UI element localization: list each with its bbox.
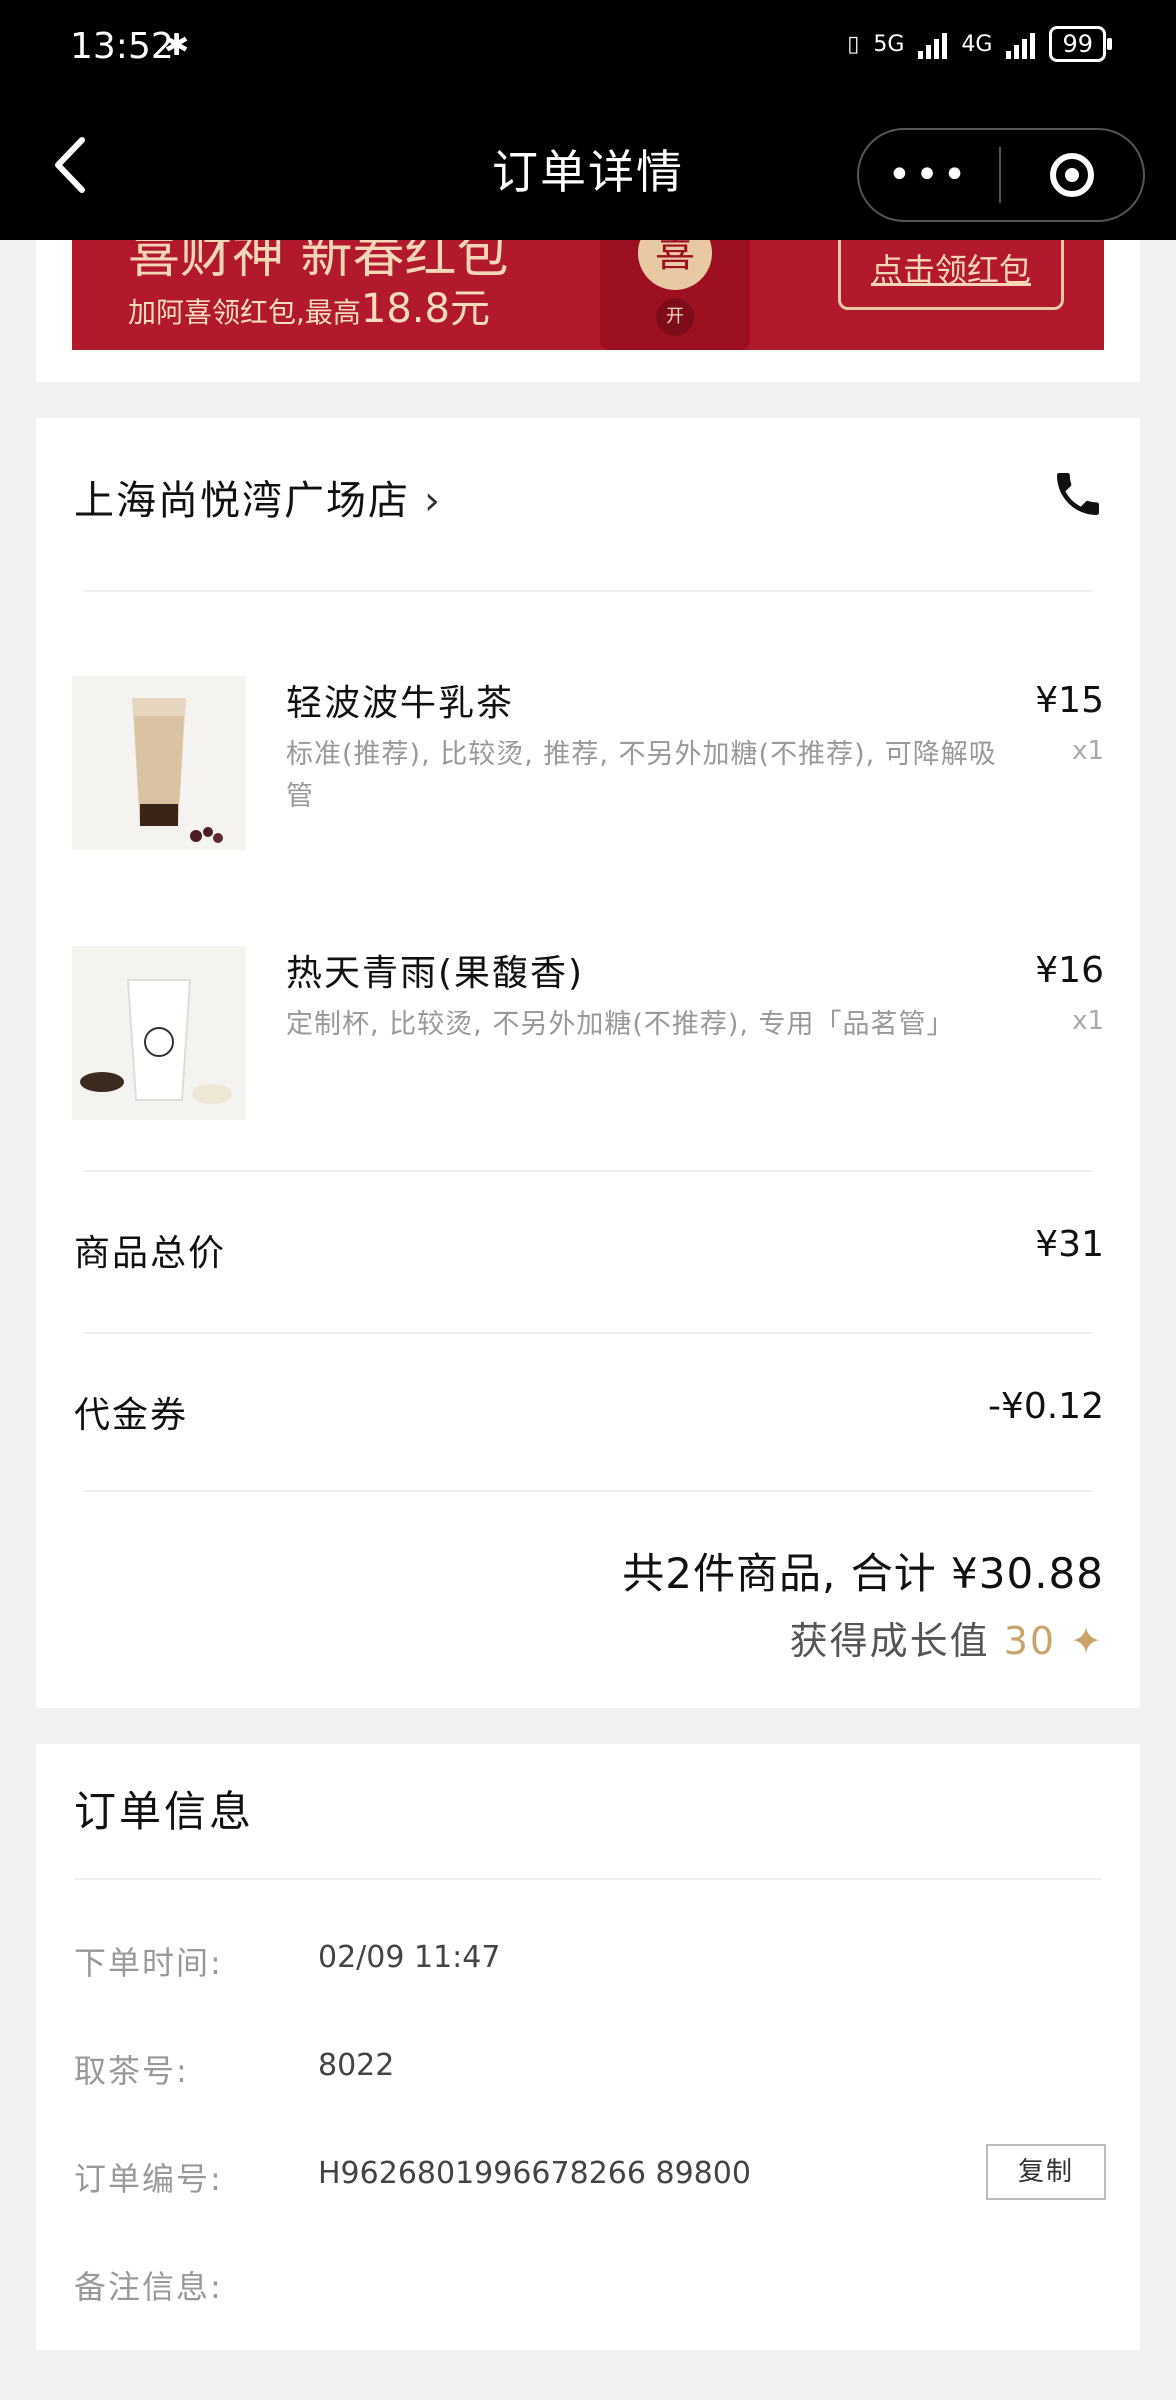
divider	[84, 1490, 1092, 1492]
subtotal-value: ¥31	[1035, 1224, 1104, 1265]
banner-subtitle: 加阿喜领红包,最高18.8元	[128, 276, 490, 334]
divider	[84, 1170, 1092, 1172]
product-image	[72, 946, 246, 1120]
note-label: 备注信息:	[74, 2268, 223, 2306]
store-name: 上海尚悦湾广场店	[74, 478, 410, 524]
order-number-value: H9626801996678266 89800	[318, 2156, 751, 2191]
order-info-title: 订单信息	[74, 1787, 255, 1836]
phone-icon[interactable]	[1050, 466, 1106, 522]
product-spec: 标准(推荐), 比较烫, 推荐, 不另外加糖(不推荐), 可降解吸管	[286, 739, 997, 812]
network-4g-label: 4G	[961, 31, 993, 57]
status-time: 13:52	[70, 26, 174, 67]
nav-bar: 订单详情 •••	[0, 100, 1176, 240]
status-icons: ▯ 5G 4G 99	[847, 26, 1112, 62]
tea-cup-image	[72, 946, 246, 1120]
copy-button[interactable]: 复制	[986, 2144, 1106, 2200]
banner-subtitle-text: 加阿喜领红包,最高	[128, 296, 361, 329]
status-bar: 13:52 ✱ ▯ 5G 4G 99	[0, 0, 1176, 100]
product-name: 热天青雨(果馥香)	[286, 953, 585, 994]
red-envelope-graphic: 喜 开	[600, 240, 750, 350]
banner-card: 喜财神 新春红包 加阿喜领红包,最高18.8元 喜 开 点击领红包	[36, 240, 1140, 382]
voucher-label: 代金券	[74, 1395, 189, 1436]
order-time-value: 02/09 11:47	[318, 1940, 501, 1975]
order-card: 上海尚悦湾广场店 › 轻波波牛乳茶 标准(推荐), 比较烫, 推荐, 不另外加糖(…	[36, 418, 1140, 1708]
network-5g-label: 5G	[873, 31, 905, 57]
order-time-label: 下单时间:	[74, 1944, 223, 1982]
product-quantity: x1	[1072, 1006, 1104, 1036]
order-info-card: 订单信息 下单时间: 02/09 11:47 取茶号: 8022 订单编号: H…	[36, 1744, 1140, 2350]
store-link[interactable]: 上海尚悦湾广场店 ›	[74, 468, 442, 526]
product-spec: 定制杯, 比较烫, 不另外加糖(不推荐), 专用「品茗管」	[286, 1009, 955, 1040]
pickup-number-label: 取茶号:	[74, 2052, 189, 2090]
order-total: 共2件商品, 合计 ¥30.88	[622, 1549, 1104, 1598]
bluetooth-icon: ✱	[164, 28, 190, 63]
signal-icon	[1006, 29, 1036, 59]
target-icon	[1050, 153, 1094, 197]
sparkle-icon: ✦	[1070, 1619, 1104, 1663]
divider	[74, 1878, 1102, 1880]
product-name: 轻波波牛乳茶	[286, 683, 515, 724]
red-packet-banner[interactable]: 喜财神 新春红包 加阿喜领红包,最高18.8元 喜 开 点击领红包	[72, 240, 1104, 350]
more-options-button[interactable]: •••	[859, 152, 999, 198]
chevron-right-icon: ›	[424, 478, 442, 524]
product-price: ¥15	[1035, 680, 1104, 721]
subtotal-label: 商品总价	[74, 1233, 227, 1274]
close-mini-program-button[interactable]	[1001, 153, 1143, 197]
signal-icon	[918, 29, 948, 59]
growth-label: 获得成长值	[789, 1619, 990, 1663]
growth-value: 30	[1003, 1619, 1057, 1663]
claim-red-packet-button[interactable]: 点击领红包	[838, 240, 1064, 310]
mini-program-capsule: •••	[857, 128, 1145, 222]
banner-amount: 18.8元	[360, 286, 490, 332]
order-number-label: 订单编号:	[74, 2160, 223, 2198]
envelope-character: 喜	[638, 240, 712, 290]
product-price: ¥16	[1035, 950, 1104, 991]
pickup-number-value: 8022	[318, 2048, 395, 2083]
milk-tea-cup-image	[72, 676, 246, 850]
divider	[84, 1332, 1092, 1334]
vibrate-icon: ▯	[847, 31, 860, 57]
envelope-open-badge: 开	[656, 298, 694, 336]
battery-icon: 99	[1049, 26, 1112, 62]
product-quantity: x1	[1072, 736, 1104, 766]
divider	[84, 590, 1092, 592]
voucher-value: -¥0.12	[987, 1386, 1104, 1427]
growth-value-row: 获得成长值 30 ✦	[790, 1610, 1104, 1665]
product-image	[72, 676, 246, 850]
